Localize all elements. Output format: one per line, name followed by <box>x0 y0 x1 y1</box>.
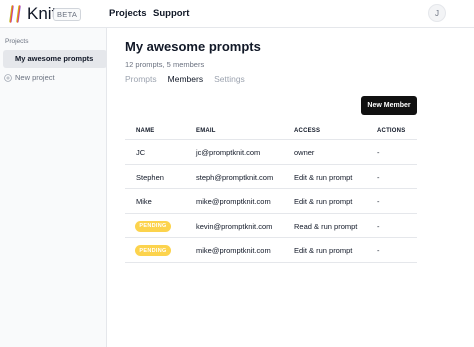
sidebar-item-label: My awesome prompts <box>15 54 94 63</box>
project-summary: 12 prompts, 5 members <box>125 60 205 69</box>
tab-bar: Prompts Members Settings <box>125 74 245 84</box>
table-row: PENDING mike@promptknit.com Edit & run p… <box>125 238 417 263</box>
member-name: JC <box>136 148 146 157</box>
member-actions[interactable]: - <box>377 148 380 157</box>
column-header-email: EMAIL <box>196 128 216 134</box>
member-email: mike@promptknit.com <box>196 197 271 206</box>
member-email: steph@promptknit.com <box>196 172 274 182</box>
nav-projects[interactable]: Projects <box>109 8 147 19</box>
member-name: Stephen <box>136 172 164 182</box>
member-actions[interactable]: - <box>377 197 380 206</box>
top-bar: Knit BETA Projects Support J <box>0 0 474 28</box>
table-row: Mike mike@promptknit.com Edit & run prom… <box>125 189 417 214</box>
user-avatar[interactable]: J <box>428 4 446 22</box>
member-access: Edit & run prompt <box>294 246 353 255</box>
member-actions[interactable]: - <box>377 222 380 231</box>
plus-circle-icon <box>4 73 12 82</box>
member-actions[interactable]: - <box>377 246 380 255</box>
member-access: Edit & run prompt <box>294 197 353 206</box>
member-access: owner <box>294 148 315 157</box>
pending-badge: PENDING <box>135 220 171 232</box>
tab-settings[interactable]: Settings <box>214 74 245 84</box>
tab-members[interactable]: Members <box>168 74 203 84</box>
table-row: Stephen steph@promptknit.com Edit & run … <box>125 165 417 189</box>
knit-logo-icon[interactable] <box>6 5 24 23</box>
column-header-access: ACCESS <box>294 128 321 134</box>
table-row: JC jc@promptknit.com owner - <box>125 140 417 165</box>
beta-badge: BETA <box>53 8 82 21</box>
members-table: NAME EMAIL ACCESS ACTIONS JC jc@promptkn… <box>125 121 417 263</box>
sidebar: Projects My awesome prompts New project <box>0 28 107 347</box>
new-project-label: New project <box>15 73 55 82</box>
page-title: My awesome prompts <box>125 39 261 54</box>
sidebar-item-my-awesome-prompts[interactable]: My awesome prompts <box>3 50 107 68</box>
table-header: NAME EMAIL ACCESS ACTIONS <box>125 121 417 140</box>
nav-support[interactable]: Support <box>153 8 189 19</box>
brand-name[interactable]: Knit <box>27 4 56 24</box>
column-header-name: NAME <box>136 128 155 134</box>
member-email: kevin@promptknit.com <box>196 221 273 231</box>
table-row: PENDING kevin@promptknit.com Read & run … <box>125 214 417 238</box>
member-actions[interactable]: - <box>377 173 380 182</box>
member-access: Read & run prompt <box>294 221 358 231</box>
new-project-button[interactable]: New project <box>4 73 55 82</box>
new-member-button[interactable]: New Member <box>361 96 417 115</box>
member-name: Mike <box>136 197 152 206</box>
pending-badge: PENDING <box>135 245 171 256</box>
member-email: mike@promptknit.com <box>196 246 271 255</box>
member-access: Edit & run prompt <box>294 172 353 182</box>
tab-prompts[interactable]: Prompts <box>125 74 157 84</box>
column-header-actions: ACTIONS <box>377 128 406 134</box>
sidebar-heading: Projects <box>5 38 29 45</box>
member-email: jc@promptknit.com <box>196 148 261 157</box>
